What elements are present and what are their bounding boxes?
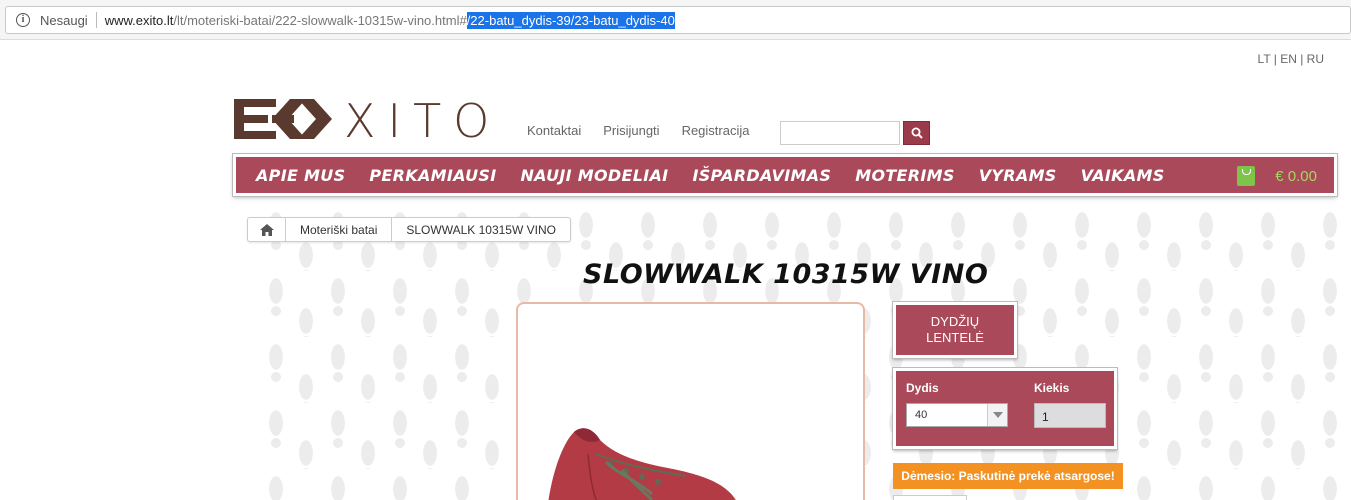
size-label: Dydis — [906, 381, 939, 395]
address-separator — [95, 12, 97, 28]
browser-toolbar: i Nesaugi www.exito.lt/lt/moteriski-bata… — [0, 0, 1351, 40]
breadcrumb: Moteriški batai SLOWWALK 10315W VINO — [247, 217, 571, 242]
nav-bestsellers[interactable]: PERKAMIAUSI — [369, 166, 496, 185]
nav-new-models[interactable]: NAUJI MODELIAI — [520, 166, 668, 185]
quantity-label: Kiekis — [1034, 381, 1070, 395]
login-link[interactable]: Prisijungti — [603, 123, 659, 138]
search-button[interactable] — [903, 121, 930, 145]
chevron-down-icon[interactable] — [987, 404, 1007, 426]
home-icon — [259, 223, 274, 236]
breadcrumb-current: SLOWWALK 10315W VINO — [406, 222, 556, 237]
nav-about[interactable]: APIE MUS — [256, 166, 345, 185]
main-navigation: APIE MUS PERKAMIAUSI NAUJI MODELIAI IŠPA… — [233, 154, 1337, 196]
size-table-button[interactable]: DYDŽIŲ LENTELĖ — [893, 302, 1017, 358]
header-links: Kontaktai Prisijungti Registracija — [527, 123, 749, 138]
cart-widget[interactable]: € 0.00 — [1237, 166, 1317, 186]
product-options: Dydis Kiekis 40 1 — [893, 368, 1117, 449]
language-switcher[interactable]: LT | EN | RU — [1258, 52, 1324, 66]
cart-icon[interactable] — [1237, 166, 1256, 186]
search-icon — [911, 127, 923, 139]
nav-sale[interactable]: IŠPARDAVIMAS — [692, 166, 831, 185]
url-selected-fragment[interactable]: /22-batu_dydis-39/23-batu_dydis-40 — [466, 11, 675, 29]
url-path[interactable]: /lt/moteriski-batai/222-slowwalk-10315w-… — [173, 13, 466, 28]
shoe-image — [548, 428, 736, 500]
info-icon[interactable]: i — [16, 13, 30, 27]
security-label[interactable]: Nesaugi — [40, 13, 88, 28]
add-to-cart-box-top[interactable] — [893, 495, 967, 500]
quantity-input[interactable]: 1 — [1034, 403, 1106, 428]
product-title: SLOWWALK 10315W VINO — [583, 259, 989, 290]
contacts-link[interactable]: Kontaktai — [527, 123, 581, 138]
logo-text: XITO — [344, 94, 502, 148]
logo-e-arrow-icon — [234, 99, 332, 139]
nav-kids[interactable]: VAIKAMS — [1081, 166, 1165, 185]
search-input[interactable] — [780, 121, 900, 145]
stock-warning: Dėmesio: Paskutinė prekė atsargose! — [893, 463, 1123, 489]
cart-total[interactable]: € 0.00 — [1275, 168, 1317, 185]
breadcrumb-category[interactable]: Moteriški batai — [286, 218, 393, 241]
size-select-value: 40 — [915, 409, 928, 421]
register-link[interactable]: Registracija — [682, 123, 750, 138]
product-image[interactable] — [516, 302, 865, 500]
address-bar[interactable]: i Nesaugi www.exito.lt/lt/moteriski-bata… — [5, 6, 1351, 34]
nav-women[interactable]: MOTERIMS — [855, 166, 955, 185]
breadcrumb-home[interactable] — [248, 218, 286, 241]
nav-men[interactable]: VYRAMS — [979, 166, 1057, 185]
site-logo[interactable]: XITO — [232, 94, 494, 148]
url-host[interactable]: www.exito.lt — [105, 13, 174, 28]
size-select[interactable]: 40 — [906, 403, 1008, 427]
